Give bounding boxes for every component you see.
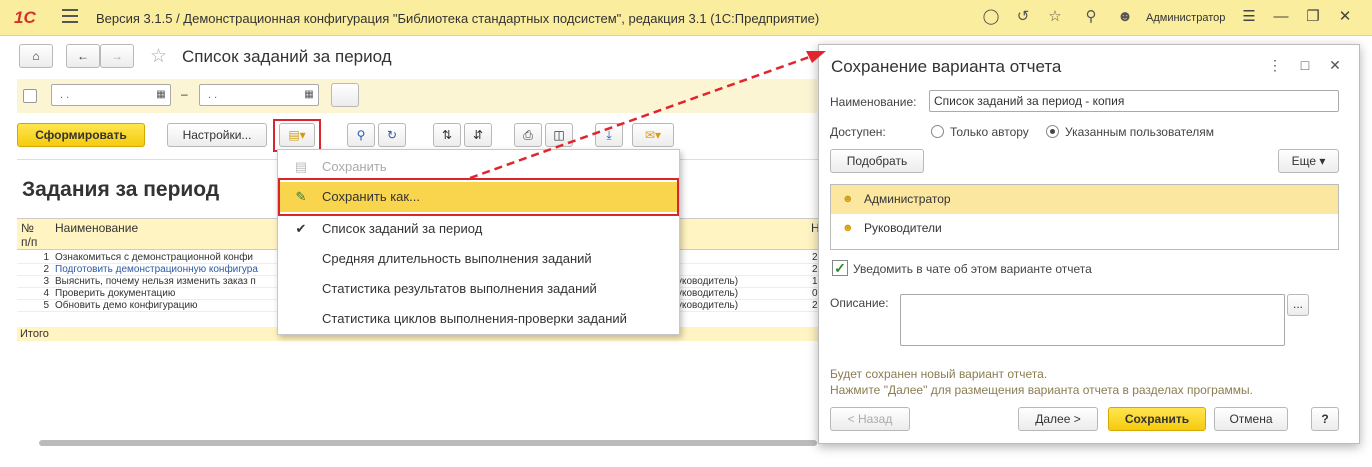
help-button[interactable]: ?	[1311, 407, 1339, 431]
report-title: Задания за период	[22, 178, 220, 201]
favorites-star-icon[interactable]: ☆	[1046, 8, 1064, 26]
date-to-field[interactable]: . . ▦	[199, 84, 319, 106]
close-window-button[interactable]: ✕	[1334, 6, 1356, 28]
notify-checkbox[interactable]: ✓	[832, 260, 848, 276]
more-actions-button[interactable]: Еще ▾	[1278, 149, 1339, 173]
username-label[interactable]: Администратор	[1146, 12, 1225, 24]
send-email-button[interactable]: ✉▾	[632, 123, 674, 147]
more-vertical-icon[interactable]: ⋮	[1265, 55, 1285, 75]
chevron-down-icon: ▾	[1319, 154, 1326, 168]
highlight-frame	[273, 119, 321, 152]
printer-icon: ⎙	[523, 128, 533, 142]
back-button[interactable]: < Назад	[830, 407, 910, 431]
user-icon: ☻	[842, 193, 854, 205]
envelope-icon: ✉▾	[644, 128, 662, 142]
download-icon: ⤓	[606, 128, 612, 142]
search-icon: ⚲	[356, 128, 366, 142]
bell-icon[interactable]: ◯	[982, 8, 1000, 26]
generate-button[interactable]: Сформировать	[17, 123, 145, 147]
menu-item-cycle-stats[interactable]: Статистика циклов выполнения-проверки за…	[278, 304, 679, 334]
favorite-star-icon[interactable]: ☆	[150, 45, 167, 68]
list-item[interactable]: ☻ Руководители	[831, 214, 1338, 243]
find-next-button[interactable]: ↻	[378, 123, 406, 147]
page-title: Список заданий за период	[182, 47, 392, 66]
next-button[interactable]: Далее >	[1018, 407, 1098, 431]
description-label: Описание:	[830, 296, 889, 310]
users-list: ☻ Администратор ☻ Руководители	[830, 184, 1339, 250]
back-nav-button[interactable]: ←	[66, 44, 100, 68]
pick-users-button[interactable]: Подобрать	[830, 149, 924, 173]
name-field[interactable]: Список заданий за период - копия	[929, 90, 1339, 112]
window-title: Версия 3.1.5 / Демонстрационная конфигур…	[96, 11, 820, 26]
save-variant-dialog: Сохранение варианта отчета ⋮ □ ✕ Наимено…	[818, 44, 1360, 444]
settings-button[interactable]: Настройки...	[167, 123, 267, 147]
radio-only-author-label[interactable]: Только автору	[950, 125, 1029, 139]
search-icon[interactable]: ⚲	[1082, 8, 1100, 26]
home-icon: ⌂	[32, 49, 40, 63]
menu-item-variant-list[interactable]: ✔ Список заданий за период	[278, 214, 679, 244]
preview-button[interactable]: ◫	[545, 123, 573, 147]
maximize-icon[interactable]: □	[1295, 55, 1315, 75]
print-button[interactable]: ⎙	[514, 123, 542, 147]
save-button[interactable]: Сохранить	[1108, 407, 1206, 431]
sort-desc-icon: ⇵	[472, 128, 484, 142]
variant-dropdown-menu: ▤ Сохранить ✎ Сохранить как... ✔ Список …	[277, 149, 680, 335]
period-filter-bar: . . ▦ – . . ▦	[17, 79, 817, 113]
app-logo: 1С	[14, 8, 36, 27]
cancel-button[interactable]: Отмена	[1214, 407, 1288, 431]
available-label: Доступен:	[830, 125, 886, 139]
radio-specified-users[interactable]	[1046, 125, 1059, 138]
arrow-right-icon: →	[111, 49, 123, 63]
refresh-icon: ↻	[386, 128, 398, 142]
export-button[interactable]: ⤓	[595, 123, 623, 147]
home-button[interactable]: ⌂	[19, 44, 53, 68]
radio-only-author[interactable]	[931, 125, 944, 138]
radio-specified-users-label[interactable]: Указанным пользователям	[1065, 125, 1214, 139]
restore-button[interactable]: ❐	[1302, 6, 1324, 28]
close-icon[interactable]: ✕	[1325, 55, 1345, 75]
minimize-button[interactable]: —	[1270, 6, 1292, 28]
user-group-icon: ☻	[842, 222, 854, 234]
menu-item-result-stats[interactable]: Статистика результатов выполнения задани…	[278, 274, 679, 304]
info-line-1: Будет сохранен новый вариант отчета.	[830, 367, 1048, 381]
horizontal-scrollbar[interactable]	[17, 439, 817, 447]
find-button[interactable]: ⚲	[347, 123, 375, 147]
notify-label[interactable]: Уведомить в чате об этом варианте отчета	[853, 262, 1092, 276]
info-line-2: Нажмите "Далее" для размещения варианта …	[830, 383, 1253, 397]
settings-menu-icon[interactable]: ☰	[1238, 6, 1260, 28]
col-name-header: Наименование	[55, 221, 139, 235]
description-field[interactable]	[900, 294, 1285, 346]
highlight-frame	[278, 178, 679, 216]
title-bar: 1С Версия 3.1.5 / Демонстрационная конфи…	[0, 0, 1372, 36]
calendar-icon[interactable]: ▦	[302, 88, 316, 102]
main-menu-icon[interactable]	[62, 9, 78, 23]
save-icon: ▤	[294, 159, 308, 174]
date-from-field[interactable]: . . ▦	[51, 84, 171, 106]
forward-nav-button[interactable]: →	[100, 44, 134, 68]
name-label: Наименование:	[830, 95, 917, 109]
date-dash: –	[181, 87, 188, 101]
sort-asc-icon: ⇅	[441, 128, 453, 142]
period-select-button[interactable]	[331, 83, 359, 107]
check-icon: ✔	[295, 221, 307, 236]
sort-asc-button[interactable]: ⇅	[433, 123, 461, 147]
description-edit-button[interactable]: ...	[1287, 294, 1309, 316]
dialog-title: Сохранение варианта отчета	[831, 57, 1062, 76]
list-item[interactable]: ☻ Администратор	[831, 185, 1338, 214]
period-checkbox[interactable]	[23, 89, 37, 103]
history-icon[interactable]: ↺	[1014, 8, 1032, 26]
menu-item-avg-duration[interactable]: Средняя длительность выполнения заданий	[278, 244, 679, 274]
user-icon[interactable]: ☻	[1116, 8, 1134, 26]
sort-desc-button[interactable]: ⇵	[464, 123, 492, 147]
calendar-icon[interactable]: ▦	[154, 88, 168, 102]
arrow-left-icon: ←	[77, 49, 89, 63]
preview-icon: ◫	[553, 128, 565, 142]
